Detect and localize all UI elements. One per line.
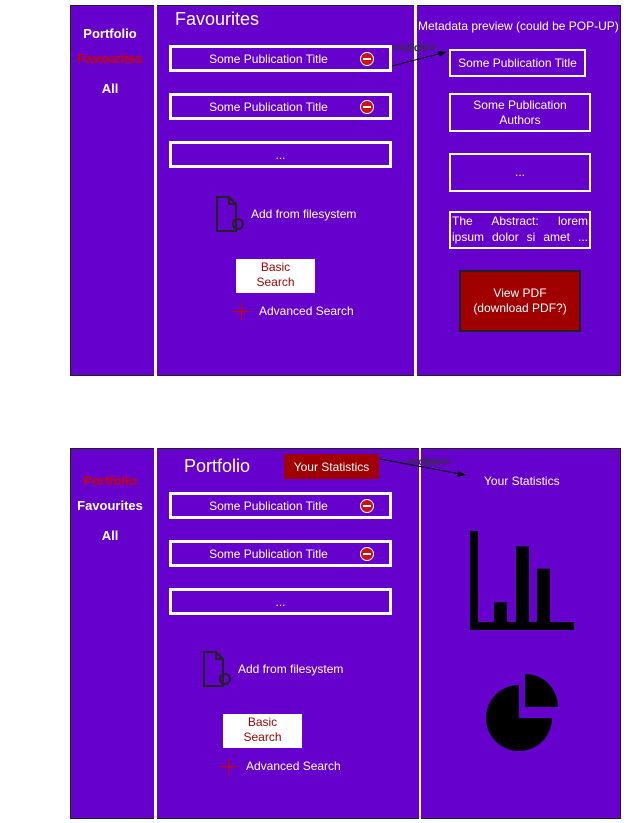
click-annotation: <<click>> xyxy=(393,43,436,55)
remove-icon[interactable] xyxy=(360,100,374,114)
metadata-abstract: The Abstract: lorem ipsum dolor si amet … xyxy=(449,211,591,249)
nav-favourites[interactable]: Favourites xyxy=(70,498,150,513)
your-statistics-button[interactable]: Your Statistics xyxy=(284,454,379,479)
publication-title: Some Publication Title xyxy=(209,99,328,114)
statistics-title: Your Statistics xyxy=(484,474,560,488)
remove-icon[interactable] xyxy=(360,547,374,561)
nav-favourites[interactable]: Favourites xyxy=(70,51,150,66)
publication-title: Some Publication Title xyxy=(209,498,328,513)
metadata-authors: Some Publication Authors xyxy=(449,93,591,132)
publication-title: Some Publication Title xyxy=(209,51,328,66)
plus-icon[interactable] xyxy=(233,303,250,320)
nav-portfolio[interactable]: Portfolio xyxy=(70,473,150,488)
publication-item[interactable]: Some Publication Title xyxy=(169,540,392,567)
page-title: Portfolio xyxy=(184,456,251,476)
plus-icon[interactable] xyxy=(220,758,237,775)
file-add-icon[interactable] xyxy=(201,651,233,689)
remove-icon[interactable] xyxy=(360,499,374,513)
bar-icon-bar xyxy=(537,568,550,622)
sidebar-divider xyxy=(154,448,157,819)
remove-icon[interactable] xyxy=(360,52,374,66)
nav-portfolio[interactable]: Portfolio xyxy=(70,26,150,41)
click-annotation: <<click>> xyxy=(407,457,450,469)
page-title: Favourites xyxy=(175,9,260,29)
metadata-title: Some Publication Title xyxy=(449,49,586,77)
publication-title: Some Publication Title xyxy=(209,546,328,561)
basic-search-button[interactable]: Basic Search xyxy=(223,714,302,748)
nav-all[interactable]: All xyxy=(70,528,150,543)
publication-item[interactable]: Some Publication Title xyxy=(169,492,392,519)
metadata-field: ... xyxy=(449,153,591,192)
publication-item[interactable]: ... xyxy=(169,141,392,168)
publication-item[interactable]: Some Publication Title xyxy=(169,45,392,72)
add-from-filesystem-label[interactable]: Add from filesystem xyxy=(238,662,343,676)
publication-item[interactable]: Some Publication Title xyxy=(169,93,392,120)
publication-title: ... xyxy=(275,594,286,609)
advanced-search-link[interactable]: Advanced Search xyxy=(259,304,354,318)
sidebar-divider xyxy=(154,5,157,376)
publication-item[interactable]: ... xyxy=(169,588,392,615)
file-add-icon[interactable] xyxy=(214,196,246,234)
bar-chart-icon xyxy=(470,531,574,630)
view-pdf-button[interactable]: View PDF (download PDF?) xyxy=(459,270,581,332)
bar-icon-bar xyxy=(494,602,507,622)
advanced-search-link[interactable]: Advanced Search xyxy=(246,759,341,773)
metadata-preview-title: Metadata preview (could be POP-UP) xyxy=(418,19,619,33)
publication-title: ... xyxy=(275,147,286,162)
pie-chart-icon xyxy=(486,674,558,751)
add-from-filesystem-label[interactable]: Add from filesystem xyxy=(251,207,356,221)
nav-all[interactable]: All xyxy=(70,81,150,96)
basic-search-button[interactable]: Basic Search xyxy=(236,259,315,293)
stats-divider xyxy=(419,448,421,819)
bar-icon-bar xyxy=(516,546,529,622)
